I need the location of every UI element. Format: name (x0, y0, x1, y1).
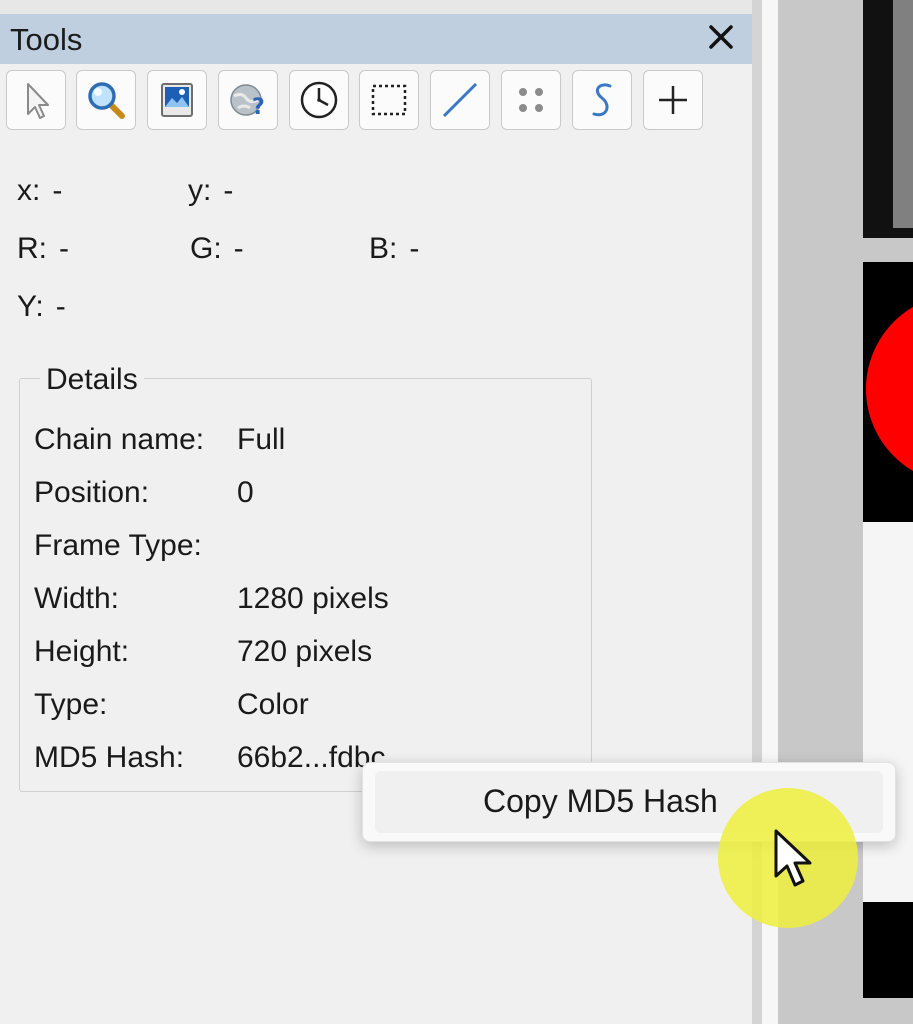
b-readout: B: - (369, 232, 419, 266)
pointer-tool-button[interactable] (6, 70, 66, 130)
clock-icon (300, 81, 338, 119)
preview-frame-inner (893, 0, 913, 228)
rect-select-tool-button[interactable] (359, 70, 419, 130)
width-value: 1280 pixels (237, 582, 389, 615)
dots-icon (519, 88, 543, 112)
g-value: - (233, 232, 244, 265)
top-strip (0, 0, 752, 14)
copy-md5-hash-label: Copy MD5 Hash (483, 783, 718, 819)
image-tool-button[interactable] (147, 70, 207, 130)
magnifier-icon (88, 82, 125, 119)
preview-black-block-bottom (863, 902, 913, 998)
height-value: 720 pixels (237, 635, 373, 668)
g-label: G: (190, 232, 222, 265)
x-label: x: (17, 174, 41, 207)
mouse-cursor-icon (774, 829, 812, 887)
width-label: Width: (34, 582, 120, 615)
close-icon[interactable] (704, 20, 738, 54)
svg-text:?: ? (252, 95, 265, 120)
details-legend: Details (40, 363, 144, 397)
luma-value: - (55, 290, 66, 323)
picture-icon (161, 83, 193, 117)
preview-red-circle (866, 294, 913, 484)
title-bar: Tools (0, 14, 752, 64)
timer-tool-button[interactable] (289, 70, 349, 130)
type-label: Type: (34, 688, 108, 721)
position-value: 0 (237, 476, 254, 509)
r-value: - (59, 232, 69, 265)
arrow-pointer-icon (27, 83, 49, 119)
tools-panel: Tools ? x: - y: - R: - G: - B: - Y: - De… (0, 0, 752, 1024)
line-icon (442, 82, 478, 118)
dots-tool-button[interactable] (501, 70, 561, 130)
chain-name-value: Full (237, 423, 286, 456)
frame-type-label: Frame Type: (34, 529, 202, 562)
r-label: R: (17, 232, 47, 265)
add-tool-button[interactable] (643, 70, 703, 130)
globe-question-icon: ? (230, 84, 265, 120)
x-value: - (52, 174, 63, 207)
preview-grey-bottom (863, 998, 913, 1024)
type-value: Color (237, 688, 309, 721)
y-readout: y: - (188, 174, 233, 208)
preview-black-block (863, 262, 913, 522)
s-curve-icon (592, 83, 612, 117)
preview-white-band (863, 522, 913, 902)
x-readout: x: - (17, 174, 62, 208)
y-value: - (223, 174, 234, 207)
curve-tool-button[interactable] (572, 70, 632, 130)
chain-name-label: Chain name: (34, 423, 205, 456)
g-readout: G: - (190, 232, 244, 266)
line-tool-button[interactable] (430, 70, 490, 130)
help-tool-button[interactable]: ? (218, 70, 278, 130)
r-readout: R: - (17, 232, 69, 266)
panel-title: Tools (10, 22, 83, 57)
luma-readout: Y: - (17, 290, 66, 324)
b-value: - (409, 232, 420, 265)
plus-icon (659, 86, 687, 114)
zoom-tool-button[interactable] (76, 70, 136, 130)
height-label: Height: (34, 635, 130, 668)
luma-label: Y: (17, 290, 44, 323)
dashed-rect-icon (371, 84, 407, 116)
position-label: Position: (34, 476, 150, 509)
y-label: y: (188, 174, 212, 207)
md5-hash-label: MD5 Hash: (34, 741, 185, 774)
b-label: B: (369, 232, 398, 265)
